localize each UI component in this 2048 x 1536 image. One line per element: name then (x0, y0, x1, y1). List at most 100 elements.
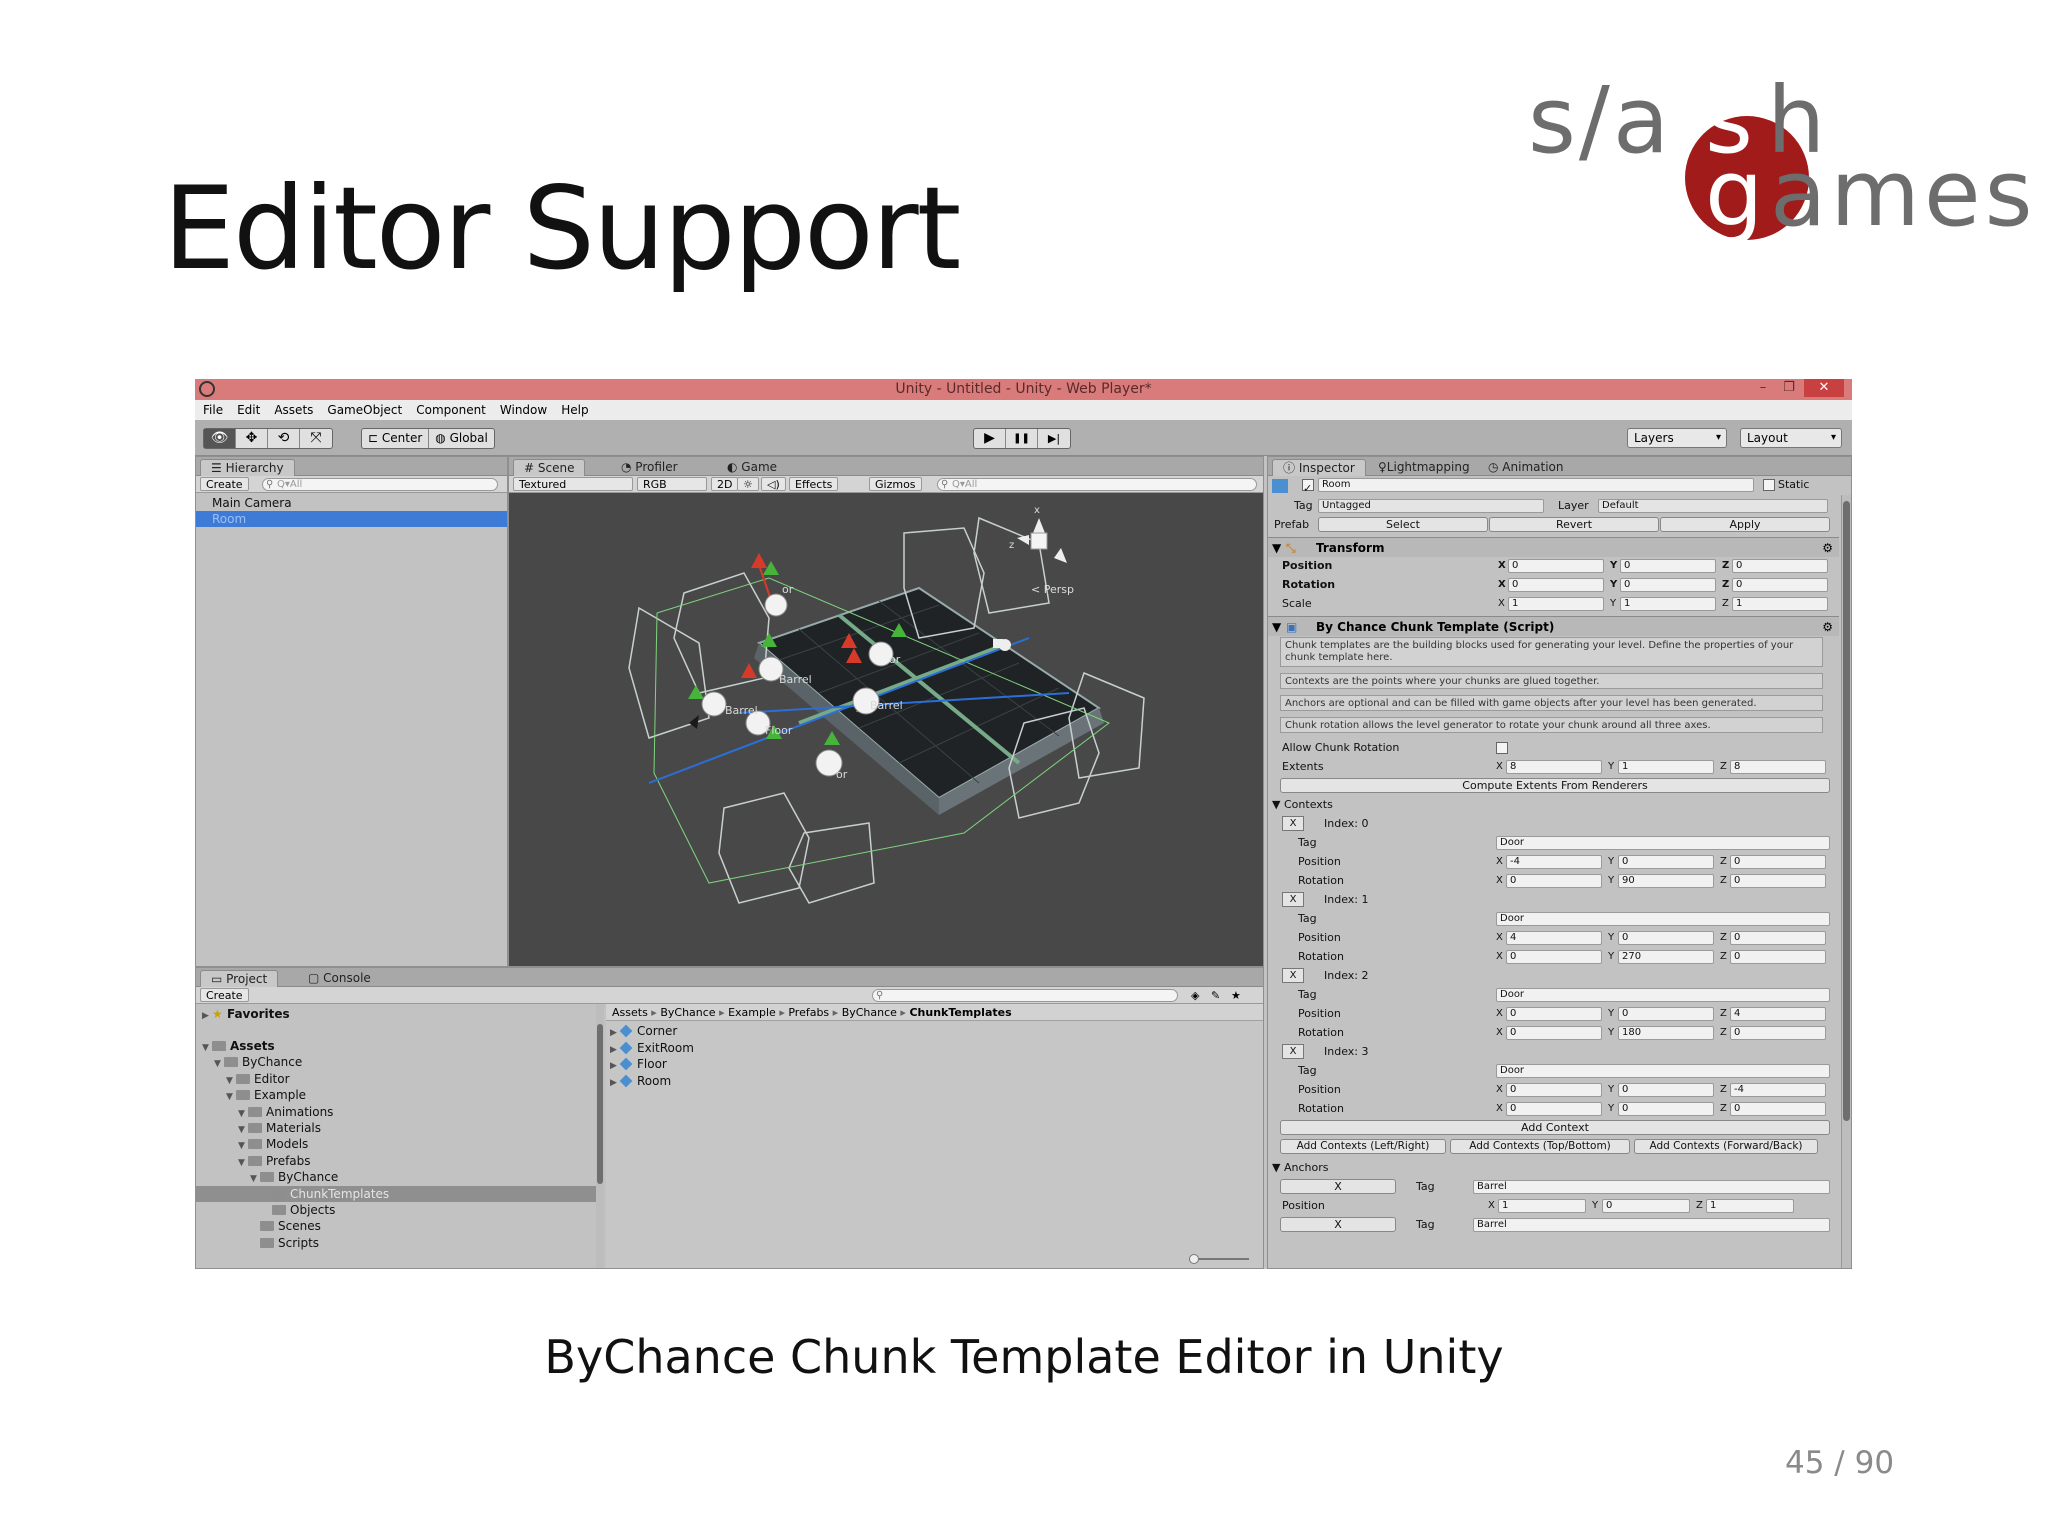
foldout-arrow-icon[interactable]: ▼ (1272, 617, 1281, 637)
z-value-field[interactable]: 0 (1730, 874, 1826, 888)
tab-inspector[interactable]: ⓘ Inspector (1272, 459, 1366, 476)
menu-help[interactable]: Help (561, 400, 588, 420)
render-mode-dropdown[interactable]: Textured (513, 477, 633, 491)
component-settings-gear-icon[interactable]: ⚙ (1822, 538, 1833, 558)
remove-anchor-button[interactable]: X (1280, 1179, 1396, 1194)
color-mode-dropdown[interactable]: RGB (637, 477, 707, 491)
tab-game[interactable]: ◐ Game (717, 459, 787, 476)
audio-toggle-speaker-icon[interactable]: ◁) (761, 477, 786, 491)
y-value-field[interactable]: 0 (1618, 855, 1714, 869)
foldout-arrow-icon[interactable]: ▼ (1272, 538, 1281, 558)
transform-header[interactable]: ▼ ⤡ Transform ⚙ (1268, 537, 1839, 557)
tab-hierarchy[interactable]: ☰ Hierarchy (200, 459, 295, 476)
gizmos-dropdown[interactable]: Gizmos (869, 477, 922, 491)
zoom-slider[interactable] (1189, 1254, 1249, 1264)
lighting-toggle-sun-icon[interactable]: ☼ (737, 477, 759, 491)
x-value-field[interactable]: 0 (1506, 874, 1602, 888)
tree-scrollbar[interactable] (596, 1004, 604, 1268)
context-tag-field[interactable]: Door (1496, 912, 1830, 926)
pivot-center-button[interactable]: ⊏ Center (362, 429, 430, 448)
menu-edit[interactable]: Edit (237, 400, 260, 420)
project-folder-item[interactable]: ▼ Prefabs (196, 1153, 604, 1169)
z-value-field[interactable]: 0 (1730, 1026, 1826, 1040)
project-folder-item[interactable]: Scenes (196, 1218, 604, 1234)
hierarchy-search-input[interactable]: Q▾All (262, 478, 498, 491)
z-value-field[interactable]: 0 (1730, 950, 1826, 964)
project-folder-item[interactable]: ▼ Models (196, 1136, 604, 1152)
x-value-field[interactable]: 0 (1506, 1102, 1602, 1116)
project-create-dropdown[interactable]: Create (200, 988, 249, 1002)
y-value-field[interactable]: 270 (1618, 950, 1714, 964)
menu-file[interactable]: File (203, 400, 223, 420)
x-value-field[interactable]: 4 (1506, 931, 1602, 945)
compute-extents-button[interactable]: Compute Extents From Renderers (1280, 778, 1830, 793)
add-context-button[interactable]: Add Context (1280, 1120, 1830, 1135)
tab-lightmapping[interactable]: ♀Lightmapping (1368, 459, 1480, 476)
add-contexts-button[interactable]: Add Contexts (Left/Right) (1280, 1139, 1446, 1154)
x-value-field[interactable]: -4 (1506, 855, 1602, 869)
2d-toggle[interactable]: 2D (711, 477, 739, 491)
context-tag-field[interactable]: Door (1496, 988, 1830, 1002)
minimize-icon[interactable]: – (1752, 379, 1774, 397)
project-folder-item[interactable]: ▼ ByChance (196, 1054, 604, 1070)
project-folder-item[interactable]: Scripts (196, 1235, 604, 1251)
x-value-field[interactable]: 0 (1506, 950, 1602, 964)
menu-assets[interactable]: Assets (274, 400, 313, 420)
tab-profiler[interactable]: ◔ Profiler (611, 459, 688, 476)
breadcrumb-item[interactable]: Example (728, 1006, 776, 1019)
rotate-tool-icon[interactable]: ⟲ (268, 429, 300, 448)
transform-z-field[interactable]: 0 (1732, 578, 1828, 592)
project-folder-item[interactable]: Objects (196, 1202, 604, 1218)
anchor-tag-field[interactable]: Barrel (1473, 1180, 1830, 1194)
transform-x-field[interactable]: 1 (1508, 597, 1604, 611)
allow-rotation-checkbox[interactable] (1496, 742, 1508, 754)
project-folder-item[interactable]: ChunkTemplates (196, 1185, 604, 1202)
prefab-apply-button[interactable]: Apply (1660, 517, 1830, 532)
transform-x-field[interactable]: 0 (1508, 559, 1604, 573)
move-tool-icon[interactable]: ✥ (236, 429, 268, 448)
menu-window[interactable]: Window (500, 400, 547, 420)
extents-x-field[interactable]: 8 (1506, 760, 1602, 774)
y-value-field[interactable]: 0 (1618, 931, 1714, 945)
scene-search-input[interactable]: Q▾All (937, 478, 1257, 491)
extents-z-field[interactable]: 8 (1730, 760, 1826, 774)
hierarchy-item-main-camera[interactable]: Main Camera (196, 495, 507, 511)
transform-z-field[interactable]: 1 (1732, 597, 1828, 611)
breadcrumb-item[interactable]: ChunkTemplates (909, 1006, 1011, 1019)
asset-item[interactable]: ▶ Floor (606, 1056, 1263, 1072)
remove-context-button[interactable]: X (1282, 968, 1304, 983)
filter-label-icon[interactable]: ✎ (1211, 987, 1220, 1004)
hierarchy-create-dropdown[interactable]: Create (200, 477, 249, 491)
transform-y-field[interactable]: 1 (1620, 597, 1716, 611)
menu-gameobject[interactable]: GameObject (327, 400, 402, 420)
x-value-field[interactable]: 0 (1506, 1026, 1602, 1040)
x-value-field[interactable]: 0 (1506, 1007, 1602, 1021)
remove-anchor-button[interactable]: X (1280, 1217, 1396, 1232)
layout-dropdown[interactable]: Layout (1740, 428, 1842, 448)
pause-button[interactable]: ❚❚ (1006, 429, 1038, 448)
z-value-field[interactable]: -4 (1730, 1083, 1826, 1097)
breadcrumb-item[interactable]: Assets (612, 1006, 648, 1019)
anchors-foldout[interactable]: ▼ (1272, 1159, 1280, 1177)
transform-y-field[interactable]: 0 (1620, 559, 1716, 573)
y-value-field[interactable]: 0 (1618, 1083, 1714, 1097)
x-value-field[interactable]: 1 (1498, 1199, 1586, 1213)
script-component-header[interactable]: ▼ ▣ By Chance Chunk Template (Script) ⚙ (1268, 616, 1839, 636)
y-value-field[interactable]: 0 (1618, 1007, 1714, 1021)
asset-item[interactable]: ▶ Room (606, 1073, 1263, 1089)
transform-z-field[interactable]: 0 (1732, 559, 1828, 573)
hand-tool-eye-icon[interactable]: 👁 (204, 429, 236, 448)
tab-project[interactable]: ▭ Project (200, 970, 279, 987)
layer-dropdown[interactable]: Default (1598, 499, 1828, 513)
breadcrumb-item[interactable]: Prefabs (788, 1006, 829, 1019)
tab-animation[interactable]: ◷ Animation (1478, 459, 1573, 476)
breadcrumb-item[interactable]: ByChance (660, 1006, 715, 1019)
hierarchy-item-room[interactable]: Room (196, 511, 507, 527)
remove-context-button[interactable]: X (1282, 1044, 1304, 1059)
scale-tool-icon[interactable]: ⤧ (300, 429, 332, 448)
scene-viewport[interactable]: or or or Barrel Barrel Barrel Floor x z (509, 493, 1263, 966)
expand-arrow-icon[interactable]: ▶ (610, 1075, 620, 1091)
asset-item[interactable]: ▶ Corner (606, 1023, 1263, 1039)
project-folder-item[interactable]: ▼ Materials (196, 1120, 604, 1136)
restore-icon[interactable]: ❐ (1778, 379, 1800, 397)
